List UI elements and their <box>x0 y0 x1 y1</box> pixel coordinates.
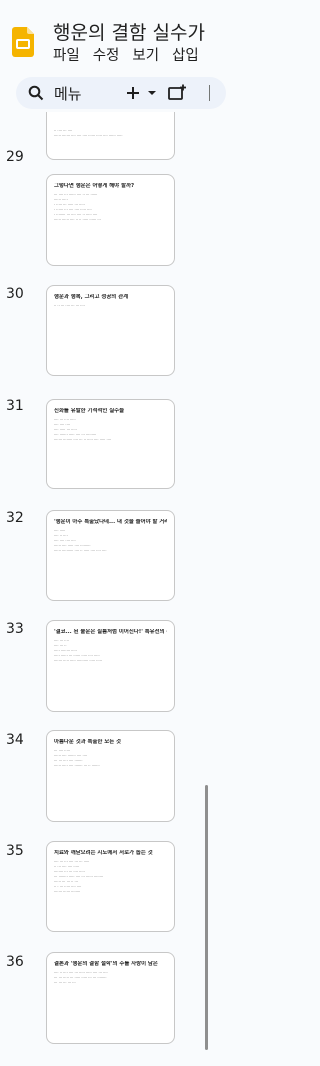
slide-number: 34 <box>6 732 24 748</box>
slide-text-line: ······· ······ ········ <box>54 890 81 894</box>
slides-app-icon[interactable] <box>12 27 34 57</box>
search-icon[interactable] <box>28 85 44 101</box>
slide-thumbnail-32[interactable]: '행운이 아주 특출났다네... 내 것을 줄어야 할 거라?' ···· ··… <box>46 510 175 601</box>
slide-text-line: ······ ······· ···· ···· ···· ······ ···… <box>54 134 123 138</box>
menu-view[interactable]: 보기 <box>132 48 159 64</box>
slide-text-line: ··· ··· ··· ··· ··· <box>54 981 76 985</box>
slide-number: 31 <box>6 398 24 414</box>
vertical-scrollbar[interactable] <box>205 785 208 1050</box>
toolbar: 메뉴 <box>16 77 226 109</box>
slide-title: '행운이 아주 특출났다네... 내 것을 줄어야 할 거라?' <box>54 519 167 525</box>
slide-filmstrip[interactable]: ·· ···· ··· ···· ······ ······· ···· ···… <box>0 100 211 1066</box>
slide-text-line: ······ ·········· ···· ·· ····· ···· ···… <box>54 549 107 553</box>
slide-title: 그렇다면 행운은 어떻게 해야 할까? <box>54 183 135 189</box>
slide-text-line: ······· ····· ····· ·········· ····· ···… <box>54 659 102 663</box>
slide-thumbnail-33[interactable]: '결코... 된 불운은 필름처럼 이어진다!' 특유전의 순서로 ···· ·… <box>46 620 175 712</box>
app-header: 행운의 결함 실수가 파일 수정 보기 삽입 메뉴 <box>0 0 226 112</box>
slide-title: '결코... 된 불운은 필름처럼 이어진다!' 특유전의 순서로 <box>54 629 167 635</box>
slide-number: 32 <box>6 510 24 526</box>
menu-bar: 파일 수정 보기 삽입 <box>53 44 212 65</box>
slide-thumbnail-30[interactable]: 행운과 행복, 그리고 성공의 관계 ·· ·· ··· ···· ··· ··… <box>46 285 175 376</box>
plus-icon[interactable] <box>124 84 142 102</box>
slide-number: 36 <box>6 954 24 970</box>
slide-thumbnail-36[interactable]: 결론과 '행운의 결함 철학'의 주를 자랑이 남은 ···· ·· ···· … <box>46 952 175 1044</box>
slide-text-line: ······ ····· ···· ······· ··· ·· ······· <box>54 764 100 768</box>
slide-title: 진화를 유발한 기적적인 실수들 <box>54 408 125 414</box>
toolbar-divider <box>209 85 210 101</box>
new-slide-icon[interactable] <box>167 84 187 102</box>
menu-edit[interactable]: 수정 <box>93 48 120 64</box>
slide-thumbnail-31[interactable]: 진화를 유발한 기적적인 실수들 ···· ··· ···· ····· ···… <box>46 399 175 489</box>
slide-number: 30 <box>6 286 24 302</box>
slide-title: 아름다운 것과 특출한 모든 것 <box>54 739 122 745</box>
slide-number: 33 <box>6 621 24 637</box>
slide-title: 결론과 '행운의 결함 철학'의 주를 자랑이 남은 <box>54 961 158 967</box>
slide-title: 치료와 깨닫으려는 시도에서 서로가 돕는 것 <box>54 850 153 856</box>
slide-title: 행운과 행복, 그리고 성공의 관계 <box>54 294 129 300</box>
document-title[interactable]: 행운의 결함 실수가 <box>53 18 205 45</box>
slide-thumbnail-34[interactable]: 아름다운 것과 특출한 모든 것 ··· ···· ····· ······ ·… <box>46 730 175 822</box>
slide-text-line: ······ ······ ···· ·· ·· ····· ······ ··… <box>54 218 101 222</box>
slide-text-line: ······· ········ ···· ··· ·· ····· ···· … <box>54 438 112 442</box>
slide-number: 29 <box>6 149 24 165</box>
slide-thumbnail-29[interactable]: 그렇다면 행운은 어떻게 해야 할까? ··· ···· ··· ······ … <box>46 174 175 266</box>
search-menus-button[interactable]: 메뉴 <box>54 83 82 104</box>
dropdown-arrow-icon[interactable] <box>146 84 158 102</box>
menu-file[interactable]: 파일 <box>53 48 80 64</box>
slide-text-line: ·· ·· ··· ···· ··· ··· ···· <box>54 304 85 308</box>
slide-thumbnail-35[interactable]: 치료와 깨닫으려는 시도에서 서로가 돕는 것 ···· ··· ··· ···… <box>46 841 175 932</box>
slide-number: 35 <box>6 843 24 859</box>
menu-insert[interactable]: 삽입 <box>172 48 199 64</box>
